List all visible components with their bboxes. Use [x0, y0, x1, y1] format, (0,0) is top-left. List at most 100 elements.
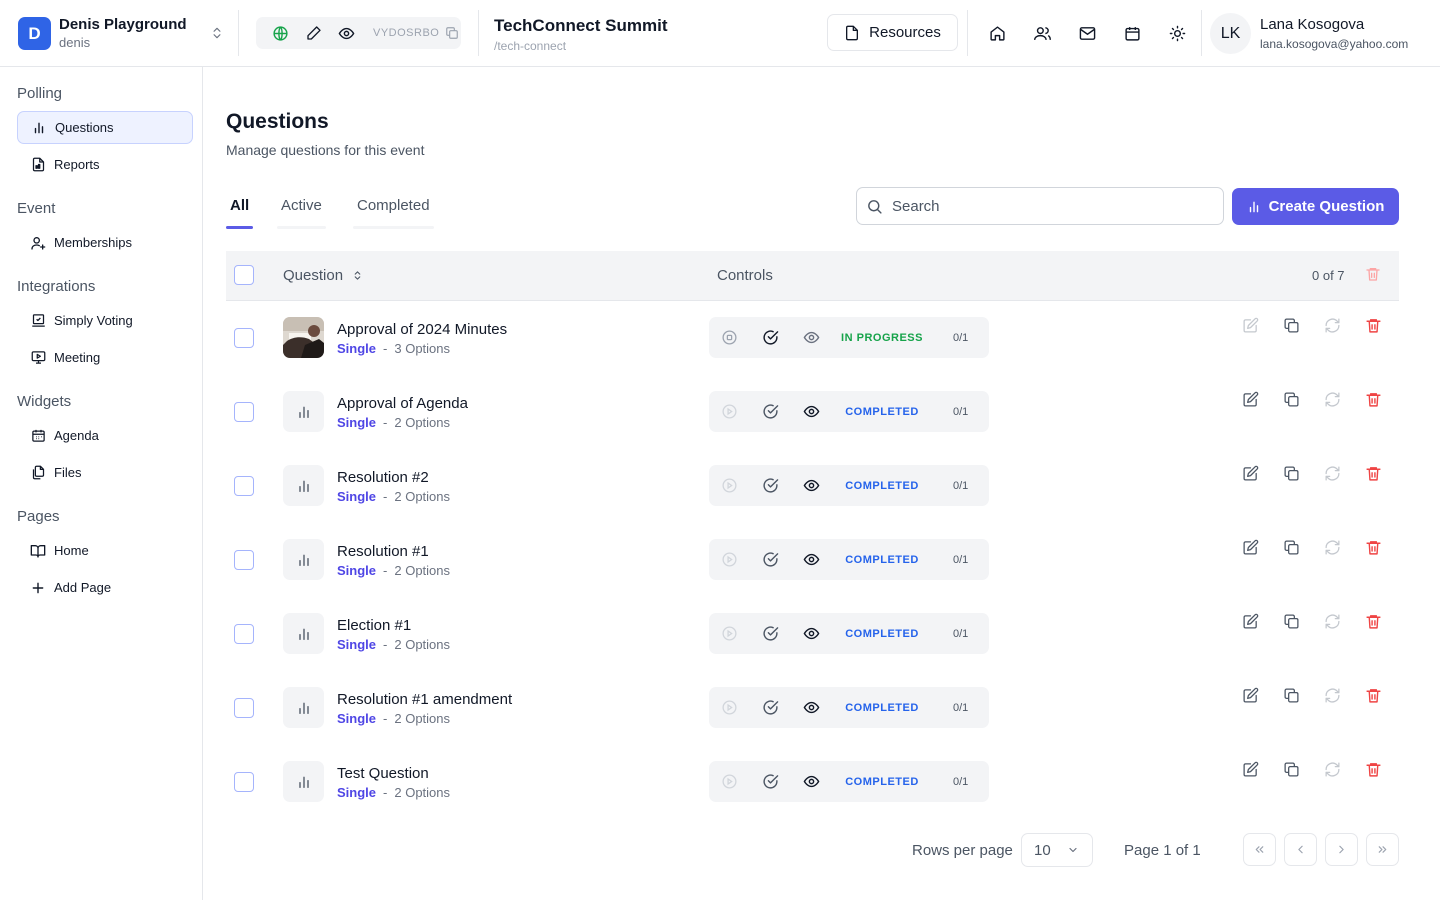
sidebar-item-meeting[interactable]: Meeting [17, 341, 193, 374]
workspace-logo: D [18, 17, 51, 50]
delete-icon[interactable] [1365, 391, 1382, 408]
reset-icon[interactable] [1324, 539, 1341, 556]
question-title[interactable]: Resolution #1 amendment [337, 691, 512, 708]
tab-active[interactable]: Active [277, 197, 326, 229]
reset-icon[interactable] [1324, 761, 1341, 778]
duplicate-icon[interactable] [1283, 317, 1300, 334]
users-icon[interactable] [1020, 16, 1065, 51]
chevrons-up-down-icon[interactable] [210, 26, 224, 40]
avatar[interactable]: LK [1210, 13, 1251, 54]
check-circle-icon[interactable] [762, 625, 779, 642]
resources-button[interactable]: Resources [827, 14, 958, 51]
files-icon [30, 465, 46, 481]
calendar-icon[interactable] [1110, 16, 1155, 51]
tab-all[interactable]: All [225, 197, 254, 229]
play-icon[interactable] [721, 551, 738, 568]
sidebar-item-simply-voting[interactable]: Simply Voting [17, 304, 193, 337]
edit-icon[interactable] [1242, 317, 1259, 334]
sidebar-item-home[interactable]: Home [17, 534, 193, 567]
sidebar-item-memberships[interactable]: Memberships [17, 226, 193, 259]
row-checkbox[interactable] [234, 698, 254, 718]
check-circle-icon[interactable] [762, 773, 779, 790]
row-checkbox[interactable] [234, 624, 254, 644]
workspace-switcher[interactable]: D Denis Playground denis [18, 16, 187, 51]
sun-icon[interactable] [1155, 16, 1200, 51]
globe-icon[interactable] [264, 17, 297, 49]
last-page-button[interactable] [1366, 833, 1399, 866]
question-title[interactable]: Test Question [337, 765, 429, 782]
question-title[interactable]: Approval of 2024 Minutes [337, 321, 507, 338]
question-title[interactable]: Approval of Agenda [337, 395, 468, 412]
sidebar-item-agenda[interactable]: Agenda [17, 419, 193, 452]
eye-icon[interactable] [330, 17, 363, 49]
question-title[interactable]: Resolution #2 [337, 469, 429, 486]
delete-icon[interactable] [1365, 317, 1382, 334]
search-input[interactable] [892, 197, 1212, 215]
vote-count: 0/1 [953, 554, 969, 566]
reset-icon[interactable] [1324, 391, 1341, 408]
sidebar-item-add-page[interactable]: Add Page [17, 571, 193, 604]
check-circle-icon[interactable] [762, 329, 779, 346]
play-icon[interactable] [721, 625, 738, 642]
question-title[interactable]: Resolution #1 [337, 543, 429, 560]
sidebar-item-reports[interactable]: Reports [17, 148, 193, 181]
play-icon[interactable] [721, 477, 738, 494]
question-title[interactable]: Election #1 [337, 617, 411, 634]
rows-per-page-select[interactable]: 10 [1021, 833, 1093, 867]
sidebar-item-questions[interactable]: Questions [17, 111, 193, 144]
reset-icon[interactable] [1324, 613, 1341, 630]
home-icon[interactable] [975, 16, 1020, 51]
sidebar-item-label: Memberships [54, 235, 133, 250]
delete-icon[interactable] [1365, 687, 1382, 704]
row-checkbox[interactable] [234, 476, 254, 496]
edit-icon[interactable] [1242, 465, 1259, 482]
tab-completed[interactable]: Completed [353, 197, 434, 229]
column-question-header[interactable]: Question [283, 267, 363, 284]
create-question-button[interactable]: Create Question [1232, 188, 1399, 225]
stop-icon[interactable] [721, 329, 738, 346]
duplicate-icon[interactable] [1283, 539, 1300, 556]
reset-icon[interactable] [1324, 317, 1341, 334]
reset-icon[interactable] [1324, 465, 1341, 482]
row-checkbox[interactable] [234, 328, 254, 348]
check-circle-icon[interactable] [762, 403, 779, 420]
delete-icon[interactable] [1365, 465, 1382, 482]
delete-icon[interactable] [1365, 761, 1382, 778]
duplicate-icon[interactable] [1283, 465, 1300, 482]
edit-icon[interactable] [1242, 687, 1259, 704]
sidebar-item-files[interactable]: Files [17, 456, 193, 489]
question-type: Single [337, 341, 377, 356]
edit-icon[interactable] [1242, 539, 1259, 556]
select-all-checkbox[interactable] [234, 265, 254, 285]
table-row: Resolution #2 Single -2 Options COMPLETED 0/… [226, 449, 1399, 523]
play-icon[interactable] [721, 699, 738, 716]
check-circle-icon[interactable] [762, 551, 779, 568]
pencil-icon[interactable] [297, 17, 330, 49]
duplicate-icon[interactable] [1283, 761, 1300, 778]
delete-icon[interactable] [1365, 539, 1382, 556]
row-checkbox[interactable] [234, 402, 254, 422]
first-page-button[interactable] [1243, 833, 1276, 866]
play-icon[interactable] [721, 773, 738, 790]
edit-icon[interactable] [1242, 761, 1259, 778]
duplicate-icon[interactable] [1283, 687, 1300, 704]
reset-icon[interactable] [1324, 687, 1341, 704]
next-page-button[interactable] [1325, 833, 1358, 866]
previous-page-button[interactable] [1284, 833, 1317, 866]
delete-icon[interactable] [1365, 613, 1382, 630]
check-circle-icon[interactable] [762, 477, 779, 494]
row-checkbox[interactable] [234, 772, 254, 792]
sort-icon[interactable] [352, 270, 363, 281]
duplicate-icon[interactable] [1283, 613, 1300, 630]
play-icon[interactable] [721, 403, 738, 420]
duplicate-icon[interactable] [1283, 391, 1300, 408]
row-checkbox[interactable] [234, 550, 254, 570]
chevrons-right-icon [1376, 843, 1389, 856]
edit-icon[interactable] [1242, 613, 1259, 630]
edit-icon[interactable] [1242, 391, 1259, 408]
meta-separator: - [383, 563, 388, 578]
check-circle-icon[interactable] [762, 699, 779, 716]
copy-icon[interactable] [445, 26, 459, 40]
bulk-delete-icon[interactable] [1365, 266, 1381, 282]
mail-icon[interactable] [1065, 16, 1110, 51]
